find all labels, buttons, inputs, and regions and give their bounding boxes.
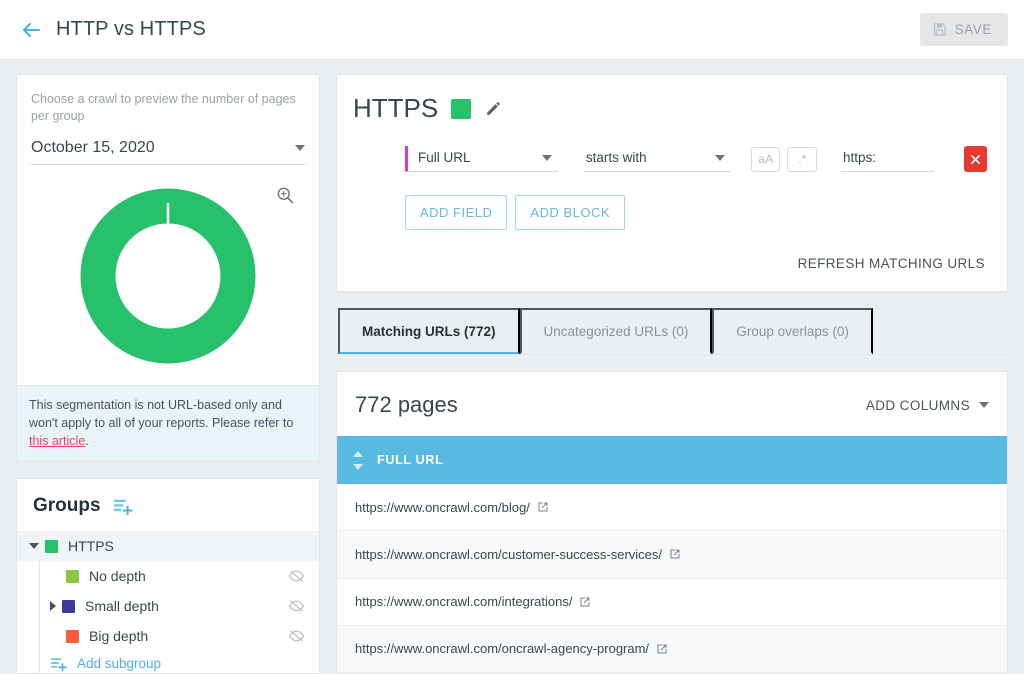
add-buttons-row: ADD FIELD ADD BLOCK [353, 195, 987, 230]
group-color-swatch [66, 570, 79, 583]
chevron-down-icon [979, 402, 989, 408]
sidebar-item-big-depth[interactable]: Big depth [40, 621, 319, 651]
add-columns-button[interactable]: ADD COLUMNS [866, 398, 989, 413]
filter-operator-select[interactable]: starts with [584, 146, 731, 172]
tab-group-overlaps[interactable]: Group overlaps (0) [712, 308, 873, 355]
pencil-icon[interactable] [484, 99, 503, 118]
save-button[interactable]: SAVE [920, 13, 1008, 46]
group-color-swatch [66, 630, 79, 643]
arrow-left-icon [19, 18, 43, 42]
add-block-button[interactable]: ADD BLOCK [515, 195, 625, 230]
external-link-icon[interactable] [669, 548, 681, 560]
groups-panel: Groups HTTPS No depth [16, 478, 320, 674]
rule-title-row: HTTPS [353, 93, 987, 124]
chevron-down-icon [542, 155, 552, 161]
rule-editor-card: HTTPS Full URL starts with aA .* [336, 74, 1008, 292]
case-sensitive-toggle[interactable]: aA [751, 147, 780, 172]
group-label: Big depth [89, 628, 148, 644]
results-card: 772 pages ADD COLUMNS FULL URL https://w… [336, 371, 1008, 674]
delete-filter-button[interactable] [964, 146, 987, 172]
group-label: No depth [89, 568, 146, 584]
table-row[interactable]: https://www.oncrawl.com/oncrawl-agency-p… [337, 626, 1007, 673]
url-text: https://www.oncrawl.com/blog/ [355, 500, 530, 515]
groups-header: Groups [17, 479, 319, 531]
sidebar-item-small-depth[interactable]: Small depth [40, 591, 319, 621]
sort-arrows-icon[interactable] [353, 451, 363, 470]
crawl-hint: Choose a crawl to preview the number of … [31, 91, 305, 125]
filter-operator-value: starts with [586, 150, 647, 165]
column-header-full-url[interactable]: FULL URL [377, 453, 443, 467]
main-content: Choose a crawl to preview the number of … [0, 60, 1024, 674]
info-text-after: . [85, 434, 88, 448]
tab-matching-urls[interactable]: Matching URLs (772) [338, 308, 520, 355]
chevron-down-icon [295, 145, 305, 151]
results-header: 772 pages ADD COLUMNS [337, 372, 1007, 436]
external-link-icon[interactable] [656, 643, 668, 655]
right-content: HTTPS Full URL starts with aA .* [336, 74, 1008, 674]
crawl-date-value: October 15, 2020 [31, 139, 155, 157]
results-count: 772 pages [355, 392, 458, 418]
eye-off-icon[interactable] [288, 599, 305, 613]
group-color-swatch [62, 600, 75, 613]
filter-row: Full URL starts with aA .* [353, 146, 987, 172]
spacer [50, 631, 60, 641]
results-tabs: Matching URLs (772) Uncategorized URLs (… [336, 308, 1008, 355]
chevron-down-icon [715, 155, 725, 161]
segmentation-info-banner: This segmentation is not URL-based only … [16, 386, 320, 462]
add-columns-label: ADD COLUMNS [866, 398, 970, 413]
sidebar-item-https[interactable]: HTTPS [17, 531, 319, 561]
subgroup-list: No depth Small depth [39, 561, 319, 651]
add-field-button[interactable]: ADD FIELD [405, 195, 507, 230]
crawl-date-select[interactable]: October 15, 2020 [31, 139, 305, 165]
app-header: HTTP vs HTTPS SAVE [0, 0, 1024, 60]
back-button[interactable] [18, 17, 44, 43]
zoom-in-icon[interactable] [275, 185, 295, 205]
close-icon [969, 153, 982, 166]
table-row[interactable]: https://www.oncrawl.com/blog/ [337, 484, 1007, 531]
donut-chart-container [31, 165, 305, 385]
tabs-divider [336, 354, 1008, 355]
info-text-before: This segmentation is not URL-based only … [29, 398, 293, 430]
table-row[interactable]: https://www.oncrawl.com/customer-success… [337, 531, 1007, 578]
spacer [50, 571, 60, 581]
sidebar-item-no-depth[interactable]: No depth [40, 561, 319, 591]
rule-color-swatch[interactable] [451, 99, 471, 119]
filter-field-value: Full URL [418, 150, 471, 165]
refresh-matching-urls-button[interactable]: REFRESH MATCHING URLS [796, 252, 987, 275]
external-link-icon[interactable] [537, 501, 549, 513]
eye-off-icon[interactable] [288, 629, 305, 643]
list-add-icon [50, 656, 69, 671]
rule-name: HTTPS [353, 93, 438, 124]
pages-per-group-donut [75, 183, 261, 369]
list-add-icon[interactable] [113, 497, 135, 515]
page-title: HTTP vs HTTPS [56, 18, 206, 41]
url-text: https://www.oncrawl.com/integrations/ [355, 594, 572, 609]
crawl-preview-card: Choose a crawl to preview the number of … [16, 74, 320, 386]
table-header-row: FULL URL [337, 436, 1007, 484]
eye-off-icon[interactable] [288, 569, 305, 583]
group-color-swatch [45, 540, 58, 553]
table-row[interactable]: https://www.oncrawl.com/integrations/ [337, 579, 1007, 626]
url-text: https://www.oncrawl.com/oncrawl-agency-p… [355, 641, 649, 656]
refresh-row: REFRESH MATCHING URLS [353, 252, 987, 275]
regex-toggle[interactable]: .* [787, 147, 816, 172]
external-link-icon[interactable] [579, 596, 591, 608]
save-label: SAVE [955, 22, 992, 37]
add-subgroup-label: Add subgroup [77, 656, 161, 671]
filter-field-select[interactable]: Full URL [405, 146, 558, 172]
chevron-right-icon[interactable] [50, 601, 56, 611]
left-sidebar: Choose a crawl to preview the number of … [16, 74, 320, 674]
url-text: https://www.oncrawl.com/customer-success… [355, 547, 662, 562]
groups-title: Groups [33, 495, 101, 517]
floppy-disk-icon [932, 22, 947, 37]
chevron-down-icon[interactable] [29, 543, 39, 549]
add-subgroup-button[interactable]: Add subgroup [39, 651, 319, 674]
tab-uncategorized-urls[interactable]: Uncategorized URLs (0) [520, 308, 713, 355]
group-label: Small depth [85, 598, 159, 614]
this-article-link[interactable]: this article [29, 434, 85, 448]
filter-value-input[interactable] [841, 147, 934, 172]
group-label: HTTPS [68, 538, 114, 554]
